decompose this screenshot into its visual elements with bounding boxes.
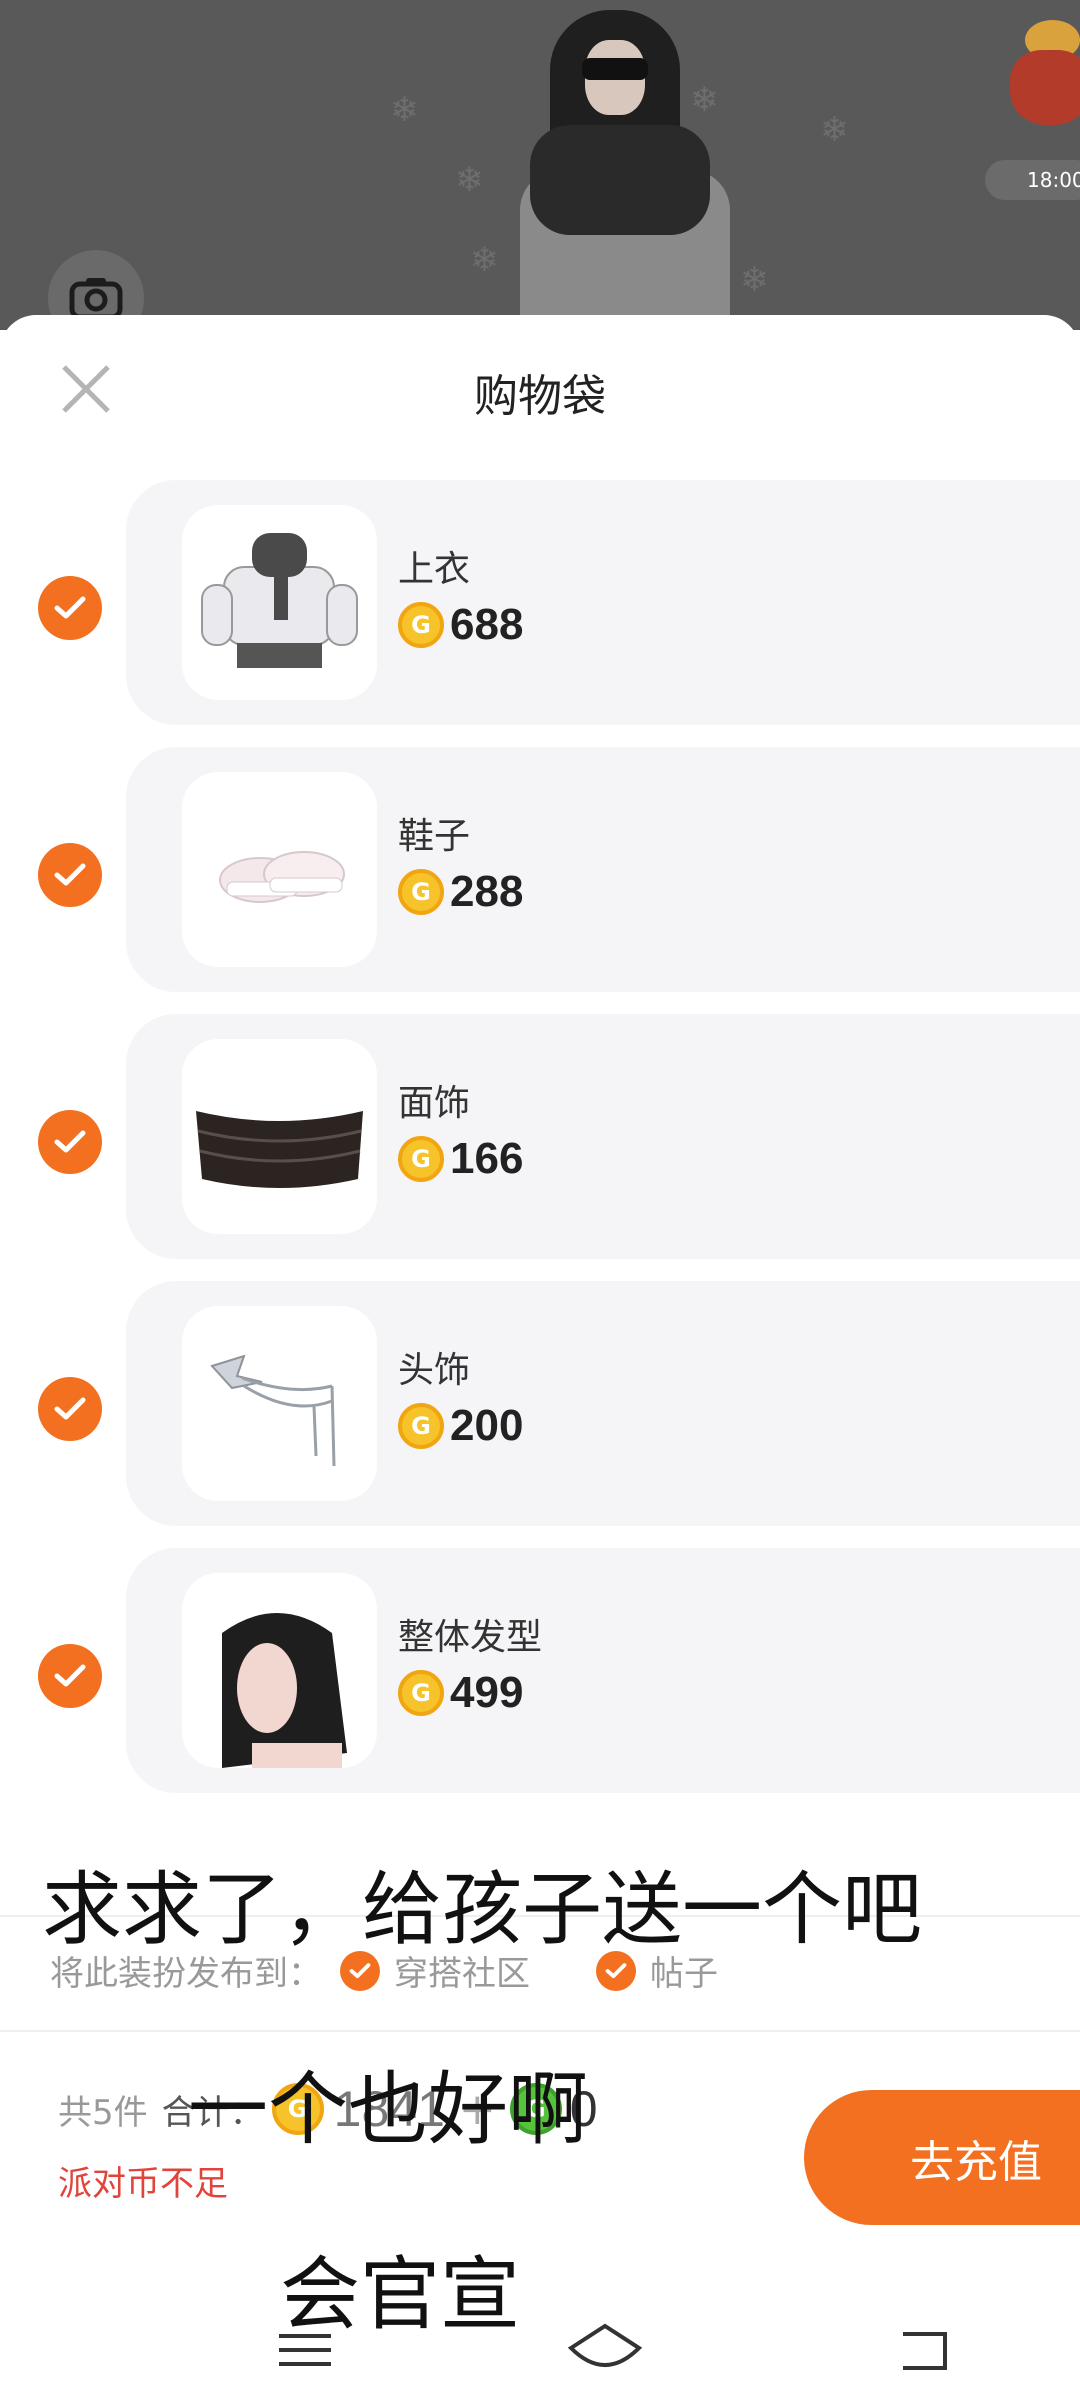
- snowflake-icon: ❄: [455, 160, 484, 200]
- hairpin-thumbnail: [210, 1354, 336, 1467]
- recharge-button[interactable]: 去充值: [804, 2090, 1080, 2225]
- item-name: 头饰: [398, 1350, 471, 1391]
- item-name: 面饰: [398, 1083, 471, 1124]
- item-checkbox[interactable]: [38, 1377, 102, 1441]
- item-thumbnail: [182, 772, 377, 967]
- menu-icon[interactable]: [265, 2320, 345, 2380]
- item-price: G 200: [398, 1401, 523, 1451]
- mask-band-thumbnail: [196, 1111, 363, 1188]
- checkmark-icon: [54, 863, 86, 886]
- gift-bag-icon[interactable]: [1000, 10, 1080, 130]
- item-card[interactable]: 鞋子 G 288: [126, 747, 1080, 992]
- item-price: G 499: [398, 1668, 523, 1718]
- item-thumbnail: [182, 505, 377, 700]
- gold-coin-icon: G: [398, 1403, 444, 1449]
- item-name: 整体发型: [398, 1617, 543, 1658]
- snowflake-icon: ❄: [390, 90, 419, 130]
- price-value: 166: [450, 1134, 524, 1183]
- system-navigation-bar: [0, 2300, 1080, 2400]
- price-value: 688: [450, 600, 524, 649]
- home-icon[interactable]: [565, 2320, 645, 2380]
- item-price: G 166: [398, 1134, 523, 1184]
- item-thumbnail: [182, 1306, 377, 1501]
- price-value: 499: [450, 1668, 524, 1717]
- item-card[interactable]: 上衣 G 688: [126, 480, 1080, 725]
- snowflake-icon: ❄: [470, 240, 499, 280]
- item-card[interactable]: 头饰 G 200: [126, 1281, 1080, 1526]
- checkmark-icon: [605, 1962, 627, 1978]
- avatar-figure: [520, 0, 730, 330]
- gold-coin-icon: G: [398, 602, 444, 648]
- price-value: 200: [450, 1401, 524, 1450]
- back-icon[interactable]: [885, 2320, 965, 2380]
- item-thumbnail: [182, 1573, 377, 1768]
- item-price: G 288: [398, 867, 523, 917]
- item-name: 鞋子: [398, 816, 471, 857]
- shoes-thumbnail: [219, 851, 345, 903]
- item-card[interactable]: 整体发型 G 499: [126, 1548, 1080, 1793]
- item-checkbox[interactable]: [38, 1644, 102, 1708]
- snowflake-icon: ❄: [740, 260, 769, 300]
- cart-item[interactable]: 整体发型 G 499: [0, 1548, 1080, 1793]
- price-value: 288: [450, 867, 524, 916]
- caption-line-2: 一个也好啊: [188, 2063, 588, 2156]
- gold-coin-icon: G: [398, 869, 444, 915]
- checkmark-icon: [349, 1962, 371, 1978]
- divider: [0, 2030, 1080, 2032]
- item-thumbnail: [182, 1039, 377, 1234]
- checkmark-icon: [54, 1397, 86, 1420]
- item-checkbox[interactable]: [38, 1110, 102, 1174]
- item-checkbox[interactable]: [38, 576, 102, 640]
- jacket-thumbnail: [201, 533, 358, 668]
- gold-coin-icon: G: [398, 1136, 444, 1182]
- avatar-scene: ❄ ❄ ❄ ❄ ❄ ❄ 18:00: [0, 0, 1080, 330]
- item-card[interactable]: 面饰 G 166: [126, 1014, 1080, 1259]
- item-count: 共5件: [58, 2092, 148, 2133]
- page-title: 购物袋: [474, 371, 606, 422]
- caption-line-1: 求求了，给孩子送一个吧: [42, 1863, 922, 1956]
- insufficient-warning: 派对币不足: [58, 2164, 228, 2204]
- checkmark-icon: [54, 1130, 86, 1153]
- cart-item[interactable]: 面饰 G 166: [0, 1014, 1080, 1259]
- checkmark-icon: [54, 596, 86, 619]
- item-name: 上衣: [398, 549, 471, 590]
- gift-timer: 18:00: [985, 160, 1080, 200]
- camera-icon: [69, 278, 123, 320]
- checkmark-icon: [54, 1664, 86, 1687]
- item-price: G 688: [398, 600, 523, 650]
- gold-coin-icon: G: [398, 1670, 444, 1716]
- hairstyle-thumbnail: [222, 1613, 347, 1768]
- item-checkbox[interactable]: [38, 843, 102, 907]
- snowflake-icon: ❄: [820, 110, 849, 150]
- cart-item[interactable]: 鞋子 G 288: [0, 747, 1080, 992]
- cart-item[interactable]: 头饰 G 200: [0, 1281, 1080, 1526]
- cart-item[interactable]: 上衣 G 688: [0, 480, 1080, 725]
